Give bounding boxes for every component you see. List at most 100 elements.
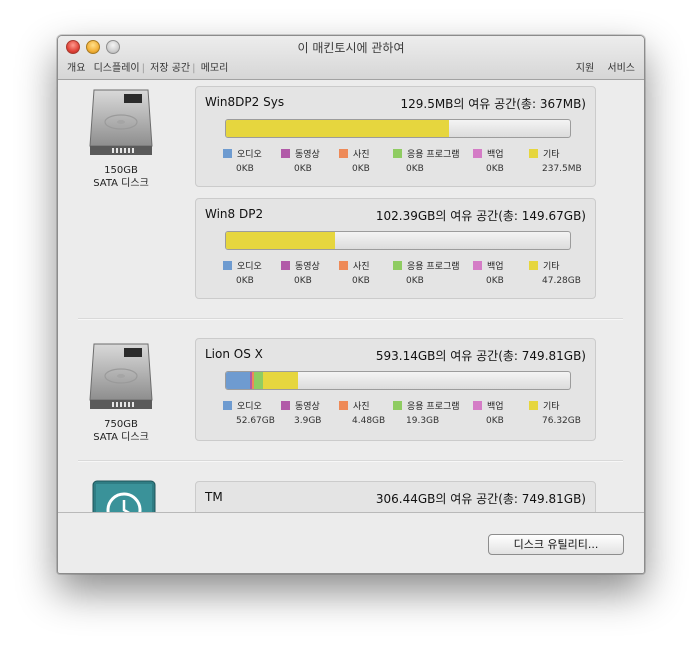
legend-label: 사진 bbox=[353, 402, 370, 412]
tab-service[interactable]: 서비스 bbox=[607, 63, 635, 74]
legend-label: 동영상 bbox=[295, 150, 320, 160]
volume-free-space: 102.39GB의 여유 공간(총: 149.67GB) bbox=[375, 209, 586, 223]
legend-swatch bbox=[223, 149, 232, 158]
legend-value: 0KB bbox=[406, 276, 424, 286]
disk-utility-button[interactable]: 디스크 유틸리티... bbox=[488, 534, 624, 555]
legend-value: 0KB bbox=[236, 276, 254, 286]
legend-swatch bbox=[529, 261, 538, 270]
volume-free-space: 129.5MB의 여유 공간(총: 367MB) bbox=[400, 97, 586, 111]
legend-label: 기타 bbox=[543, 262, 560, 272]
legend-swatch bbox=[393, 149, 402, 158]
legend-label: 기타 bbox=[543, 150, 560, 160]
volume-free-space: 306.44GB의 여유 공간(총: 749.81GB) bbox=[375, 492, 586, 506]
legend-label: 사진 bbox=[353, 262, 370, 272]
legend-label: 오디오 bbox=[237, 262, 262, 272]
volume-panel: Win8 DP2 102.39GB의 여유 공간(총: 149.67GB) 오디… bbox=[195, 198, 596, 299]
legend-swatch bbox=[529, 401, 538, 410]
tab-memory[interactable]: 메모리 bbox=[201, 63, 229, 74]
divider bbox=[78, 318, 623, 319]
legend-item: 응용 프로그램 bbox=[393, 147, 460, 160]
legend-swatch bbox=[339, 149, 348, 158]
disk-size: 150GB bbox=[104, 165, 138, 176]
legend-item: 동영상 bbox=[281, 399, 320, 412]
time-machine-icon bbox=[92, 480, 156, 512]
usage-bar bbox=[225, 119, 571, 138]
tab-support[interactable]: 지원 bbox=[576, 63, 594, 74]
legend-item: 사진 bbox=[339, 259, 370, 272]
usage-segment bbox=[226, 120, 449, 137]
volume-free-space: 593.14GB의 여유 공간(총: 749.81GB) bbox=[375, 349, 586, 363]
divider bbox=[78, 460, 623, 461]
usage-bar bbox=[225, 231, 571, 250]
legend-swatch bbox=[223, 401, 232, 410]
usage-legend: 오디오 52.67GB 동영상 3.9GB 사진 4.48GB 응용 프로그램 19.3GB 백… bbox=[223, 399, 581, 429]
usage-segment bbox=[226, 372, 251, 389]
legend-value: 0KB bbox=[486, 416, 504, 426]
legend-label: 동영상 bbox=[295, 402, 320, 412]
tab-displays[interactable]: 디스플레이 bbox=[94, 63, 140, 74]
legend-item: 응용 프로그램 bbox=[393, 259, 460, 272]
volume-panel: TM 306.44GB의 여유 공간(총: 749.81GB) bbox=[195, 481, 596, 512]
legend-value: 0KB bbox=[406, 164, 424, 174]
legend-label: 응용 프로그램 bbox=[407, 150, 460, 160]
legend-swatch bbox=[281, 401, 290, 410]
disk-caption: 150GB SATA 디스크 bbox=[71, 164, 171, 190]
legend-swatch bbox=[281, 149, 290, 158]
legend-value: 0KB bbox=[294, 164, 312, 174]
legend-swatch bbox=[281, 261, 290, 270]
tab-bar: 개요 디스플레이 | 저장 공간 | 메모리 bbox=[67, 59, 233, 74]
legend-item: 백업 bbox=[473, 399, 504, 412]
usage-legend: 오디오 0KB 동영상 0KB 사진 0KB 응용 프로그램 0KB 백업 0KB 기타 237.5M… bbox=[223, 147, 582, 177]
legend-swatch bbox=[339, 261, 348, 270]
legend-swatch bbox=[339, 401, 348, 410]
legend-swatch bbox=[473, 261, 482, 270]
legend-value: 19.3GB bbox=[406, 416, 440, 426]
legend-value: 3.9GB bbox=[294, 416, 322, 426]
tab-bar-right: 지원 서비스 bbox=[566, 59, 635, 74]
legend-item: 백업 bbox=[473, 259, 504, 272]
usage-legend: 오디오 0KB 동영상 0KB 사진 0KB 응용 프로그램 0KB 백업 0KB 기타 47.28G… bbox=[223, 259, 581, 289]
legend-value: 0KB bbox=[236, 164, 254, 174]
legend-label: 오디오 bbox=[237, 402, 262, 412]
legend-item: 동영상 bbox=[281, 147, 320, 160]
legend-label: 사진 bbox=[353, 150, 370, 160]
usage-segment bbox=[226, 232, 335, 249]
legend-item: 기타 bbox=[529, 399, 560, 412]
legend-label: 백업 bbox=[487, 402, 504, 412]
tab-separator: | bbox=[192, 63, 196, 74]
legend-label: 백업 bbox=[487, 262, 504, 272]
legend-label: 오디오 bbox=[237, 150, 262, 160]
legend-item: 사진 bbox=[339, 399, 370, 412]
legend-swatch bbox=[529, 149, 538, 158]
volume-panel: Win8DP2 Sys 129.5MB의 여유 공간(총: 367MB) 오디오… bbox=[195, 86, 596, 187]
legend-value: 0KB bbox=[486, 276, 504, 286]
legend-swatch bbox=[393, 261, 402, 270]
hard-drive-icon bbox=[89, 89, 153, 155]
legend-item: 오디오 bbox=[223, 399, 262, 412]
disk-type: SATA 디스크 bbox=[93, 178, 149, 189]
storage-list[interactable]: 150GB SATA 디스크 Win8DP2 Sys 129.5MB의 여유 공… bbox=[58, 80, 644, 512]
legend-value: 4.48GB bbox=[352, 416, 386, 426]
legend-value: 47.28GB bbox=[542, 276, 581, 286]
legend-value: 237.5MB bbox=[542, 164, 582, 174]
legend-item: 기타 bbox=[529, 147, 560, 160]
legend-item: 응용 프로그램 bbox=[393, 399, 460, 412]
legend-item: 사진 bbox=[339, 147, 370, 160]
legend-value: 0KB bbox=[294, 276, 312, 286]
legend-label: 동영상 bbox=[295, 262, 320, 272]
legend-swatch bbox=[393, 401, 402, 410]
footer: 디스크 유틸리티... bbox=[58, 512, 644, 573]
legend-label: 응용 프로그램 bbox=[407, 402, 460, 412]
legend-item: 동영상 bbox=[281, 259, 320, 272]
legend-swatch bbox=[473, 401, 482, 410]
legend-value: 0KB bbox=[352, 164, 370, 174]
legend-value: 0KB bbox=[352, 276, 370, 286]
legend-item: 기타 bbox=[529, 259, 560, 272]
legend-value: 76.32GB bbox=[542, 416, 581, 426]
about-this-mac-window: 이 매킨토시에 관하여 개요 디스플레이 | 저장 공간 | 메모리 지원 서비스 bbox=[57, 35, 645, 574]
legend-swatch bbox=[223, 261, 232, 270]
usage-bar bbox=[225, 371, 571, 390]
usage-segment bbox=[262, 372, 298, 389]
tab-storage[interactable]: 저장 공간 bbox=[150, 63, 190, 74]
tab-overview[interactable]: 개요 bbox=[67, 63, 85, 74]
